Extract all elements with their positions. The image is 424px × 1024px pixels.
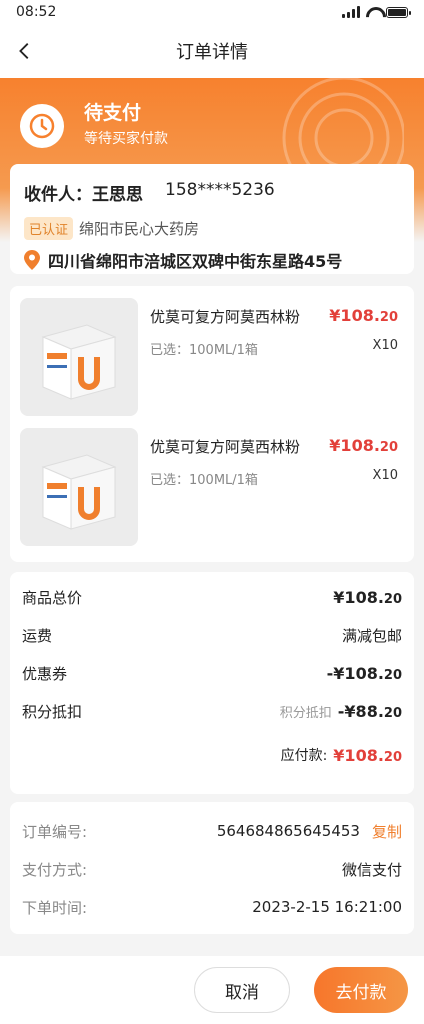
total-row: 商品总价 ¥108.20 — [22, 578, 402, 616]
full-address: 四川省绵阳市涪城区双碑中街东星路45号 — [48, 252, 343, 271]
shipping-row: 运费 满减包邮 — [22, 616, 402, 654]
order-status-subtitle: 等待买家付款 — [84, 131, 168, 147]
total-label: 商品总价 — [22, 588, 83, 607]
clock-icon — [20, 104, 64, 148]
order-status-title: 待支付 — [84, 102, 142, 124]
store-line: 已认证 绵阳市民心大药房 — [24, 217, 400, 240]
goods-quantity: X10 — [372, 468, 398, 483]
nav-bar: 订单详情 — [0, 24, 424, 78]
order-info-card: 订单编号: 564684865645453 复制 支付方式: 微信支付 下单时间… — [10, 802, 414, 934]
order-number: 564684865645453 — [216, 822, 360, 840]
page-title: 订单详情 — [176, 42, 248, 63]
status-time: 08:52 — [16, 4, 57, 20]
coupon-int: -¥108. — [326, 663, 384, 683]
total-dec: 20 — [383, 591, 402, 607]
verified-badge: 已认证 — [24, 217, 74, 240]
goods-item[interactable]: 优莫可复方阿莫西林粉 已选：100ML/1箱 ¥108.20 X10 — [20, 428, 404, 546]
payment-method-label: 支付方式: — [22, 860, 88, 879]
points-dec: 20 — [383, 705, 402, 721]
goods-spec: 已选：100ML/1箱 — [150, 473, 258, 488]
points-label: 积分抵扣 — [22, 702, 83, 721]
back-icon[interactable] — [14, 40, 36, 62]
recipient-phone: 158****5236 — [165, 180, 275, 200]
pay-button[interactable]: 去付款 — [314, 967, 408, 1013]
address-line: 四川省绵阳市涪城区双碑中街东星路45号 — [24, 248, 400, 272]
goods-item[interactable]: 优莫可复方阿莫西林粉 已选：100ML/1箱 ¥108.20 X10 — [20, 298, 404, 416]
order-time-label: 下单时间: — [22, 898, 88, 917]
payment-method-row: 支付方式: 微信支付 — [22, 850, 402, 888]
product-image — [20, 428, 138, 546]
status-icons — [342, 6, 411, 18]
shipping-value: 满减包邮 — [341, 626, 402, 645]
points-hint: 积分抵扣 — [279, 705, 332, 721]
payable-row: 应付款: ¥108.20 — [22, 730, 402, 780]
store-name: 绵阳市民心大药房 — [79, 220, 200, 238]
points-value: 积分抵扣 -¥88.20 — [280, 702, 402, 721]
order-number-label: 订单编号: — [22, 822, 88, 841]
price-dec: 20 — [379, 440, 398, 455]
copy-button[interactable]: 复制 — [372, 821, 402, 842]
cancel-button[interactable]: 取消 — [194, 967, 290, 1013]
address-card: 收件人：王思思 158****5236 已认证 绵阳市民心大药房 四川省绵阳市涪… — [10, 164, 414, 274]
goods-card: 优莫可复方阿莫西林粉 已选：100ML/1箱 ¥108.20 X10 优莫可复方… — [10, 286, 414, 562]
battery-icon — [386, 6, 411, 18]
total-int: ¥108. — [333, 587, 384, 607]
recipient-name: 收件人：王思思 — [24, 185, 143, 205]
goods-price: ¥108.20 — [329, 306, 398, 325]
payable-dec: 20 — [383, 749, 402, 765]
order-number-row: 订单编号: 564684865645453 复制 — [22, 812, 402, 850]
order-time-row: 下单时间: 2023-2-15 16:21:00 — [22, 888, 402, 926]
coupon-dec: 20 — [383, 667, 402, 683]
recipient-line: 收件人：王思思 158****5236 — [24, 180, 400, 205]
goods-spec: 已选：100ML/1箱 — [150, 343, 258, 358]
points-int: -¥88. — [337, 701, 384, 721]
bottom-action-bar: 取消 去付款 — [0, 956, 424, 1024]
payable-label: 应付款: — [280, 748, 328, 764]
wifi-icon — [366, 7, 380, 17]
status-bar: 08:52 — [0, 0, 424, 24]
total-value: ¥108.20 — [333, 588, 402, 607]
goods-quantity: X10 — [372, 338, 398, 353]
order-time: 2023-2-15 16:21:00 — [252, 898, 402, 916]
coupon-value: -¥108.20 — [327, 664, 402, 683]
shipping-label: 运费 — [22, 626, 53, 645]
goods-price: ¥108.20 — [329, 436, 398, 455]
signal-icon — [342, 6, 360, 18]
price-int: ¥108. — [329, 436, 380, 455]
coupon-label: 优惠券 — [22, 664, 68, 683]
order-number-group: 564684865645453 复制 — [217, 821, 402, 842]
payable-value: ¥108.20 — [333, 746, 402, 765]
points-row: 积分抵扣 积分抵扣 -¥88.20 — [22, 692, 402, 730]
price-summary-card: 商品总价 ¥108.20 运费 满减包邮 优惠券 -¥108.20 积分抵扣 积… — [10, 572, 414, 794]
price-dec: 20 — [379, 310, 398, 325]
payment-method: 微信支付 — [341, 860, 402, 879]
price-int: ¥108. — [329, 306, 380, 325]
payable-int: ¥108. — [333, 745, 384, 765]
location-pin-icon — [24, 250, 40, 270]
coupon-row[interactable]: 优惠券 -¥108.20 — [22, 654, 402, 692]
product-image — [20, 298, 138, 416]
